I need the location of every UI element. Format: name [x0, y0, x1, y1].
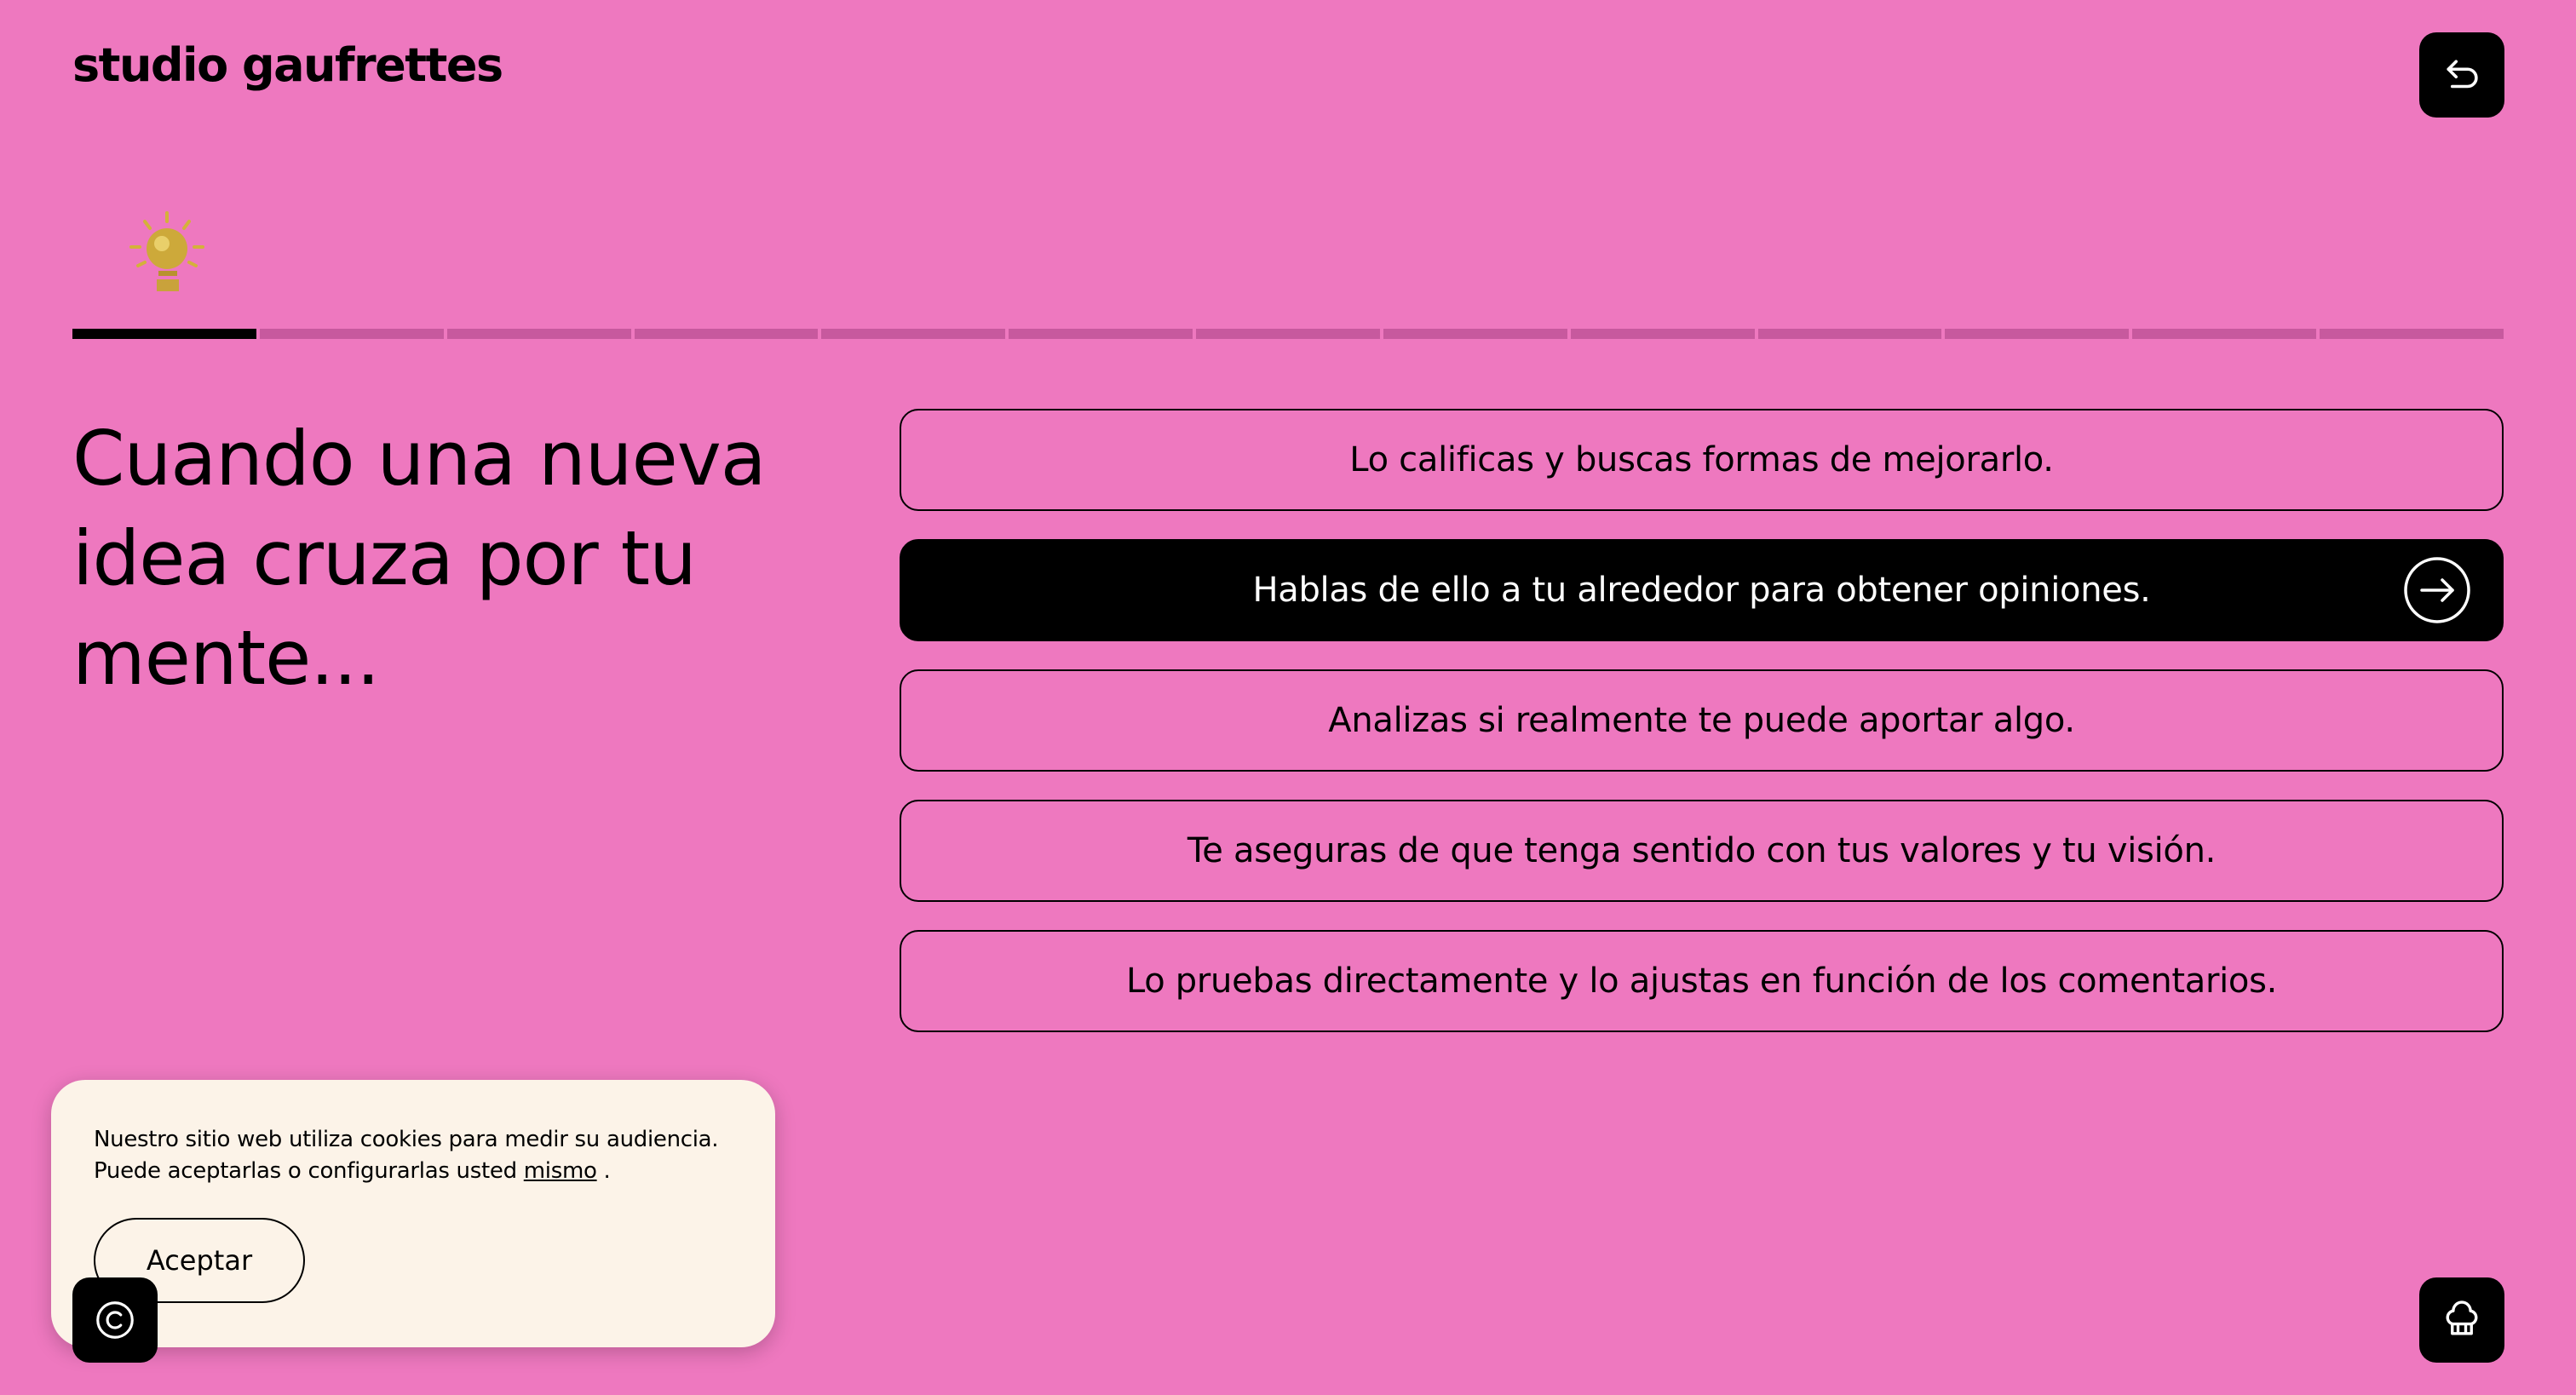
progress-segment	[634, 329, 819, 339]
progress-segment	[259, 329, 444, 339]
cookie-settings-link[interactable]: mismo	[524, 1158, 597, 1184]
progress-segment	[1757, 329, 1942, 339]
answer-option-selected[interactable]: Hablas de ello a tu alrededor para obten…	[900, 539, 2504, 641]
question-title: Cuando una nueva idea cruza por tu mente…	[72, 415, 767, 702]
answer-option[interactable]: Lo calificas y buscas formas de mejorarl…	[900, 409, 2504, 511]
cookie-message-line1: Nuestro sitio web utiliza cookies para m…	[94, 1127, 719, 1152]
answer-option-label: Te aseguras de que tenga sentido con tus…	[1187, 831, 2217, 870]
progress-segment	[1945, 329, 2130, 339]
progress-segment	[72, 329, 256, 339]
cookie-banner: Nuestro sitio web utiliza cookies para m…	[51, 1080, 775, 1347]
cookie-message-suffix: .	[596, 1158, 611, 1184]
progress-segment	[1009, 329, 1193, 339]
undo-arrow-icon	[2447, 60, 2478, 89]
chef-hat-icon	[2446, 1300, 2478, 1335]
progress-segment	[1196, 329, 1380, 339]
lightbulb-icon	[129, 211, 204, 291]
progress-segment	[1383, 329, 1567, 339]
copyright-icon	[96, 1301, 134, 1339]
arrow-right-icon	[2404, 557, 2470, 623]
answer-option-label: Lo calificas y buscas formas de mejorarl…	[1349, 440, 2054, 479]
cookie-message-line2: Puede aceptarlas o configurarlas usted	[94, 1158, 517, 1184]
logo[interactable]: studio gaufrettes	[72, 43, 503, 89]
progress-segment	[1570, 329, 1755, 339]
answer-option-label: Lo pruebas directamente y lo ajustas en …	[1125, 962, 2278, 1001]
answer-option-label: Analizas si realmente te puede aportar a…	[1328, 701, 2075, 740]
back-button[interactable]	[2419, 32, 2504, 118]
copyright-button[interactable]	[72, 1277, 158, 1363]
answer-option-label: Hablas de ello a tu alrededor para obten…	[1252, 571, 2151, 610]
chef-button[interactable]	[2419, 1277, 2504, 1363]
answer-option[interactable]: Analizas si realmente te puede aportar a…	[900, 669, 2504, 772]
progress-segment	[821, 329, 1006, 339]
progress-segment	[446, 329, 631, 339]
answer-options: Lo calificas y buscas formas de mejorarl…	[900, 409, 2504, 1060]
progress-segment	[2320, 329, 2504, 339]
progress-segment	[2132, 329, 2317, 339]
answer-option[interactable]: Lo pruebas directamente y lo ajustas en …	[900, 930, 2504, 1032]
answer-option[interactable]: Te aseguras de que tenga sentido con tus…	[900, 800, 2504, 902]
cookie-message: Nuestro sitio web utiliza cookies para m…	[94, 1124, 733, 1187]
progress-bar	[72, 329, 2504, 339]
